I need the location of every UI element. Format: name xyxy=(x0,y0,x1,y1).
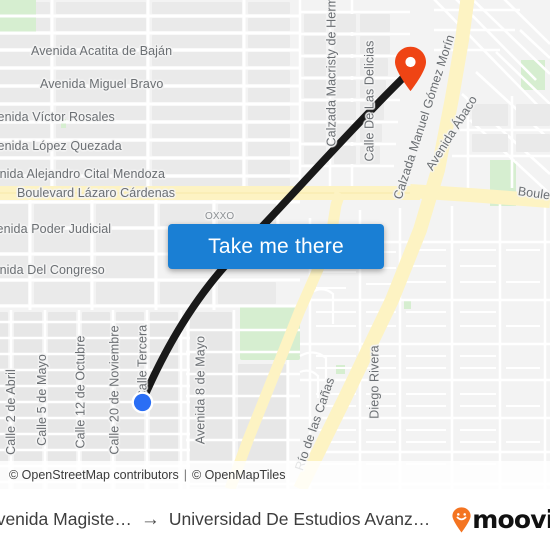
route-destination-label: Universidad De Estudios Avanz… xyxy=(168,509,431,529)
attribution-separator: | xyxy=(183,468,187,482)
route-origin-label: Avenida Magiste… xyxy=(0,509,132,529)
route-summary[interactable]: Avenida Magiste… → Universidad De Estudi… xyxy=(0,509,430,530)
moovit-map-screen: .blk { fill:#eaeaea; } .blk2 { fill:#e7e… xyxy=(0,0,550,550)
route-footer-bar: Avenida Magiste… → Universidad De Estudi… xyxy=(0,489,550,550)
map-canvas[interactable]: .blk { fill:#eaeaea; } .blk2 { fill:#e7e… xyxy=(0,0,550,489)
take-me-there-button[interactable]: Take me there xyxy=(168,224,384,269)
moovit-pin-icon xyxy=(452,506,471,533)
origin-location-dot[interactable] xyxy=(131,391,154,414)
map-attribution: © OpenStreetMap contributors | © OpenMap… xyxy=(0,461,550,489)
moovit-wordmark: moovit xyxy=(472,505,550,534)
destination-pin-icon[interactable] xyxy=(394,46,427,92)
attribution-osm[interactable]: © OpenStreetMap contributors xyxy=(9,468,179,482)
attribution-tiles[interactable]: © OpenMapTiles xyxy=(192,468,286,482)
moovit-logo[interactable]: moovit xyxy=(452,505,550,534)
route-arrow-icon: → xyxy=(140,509,160,530)
